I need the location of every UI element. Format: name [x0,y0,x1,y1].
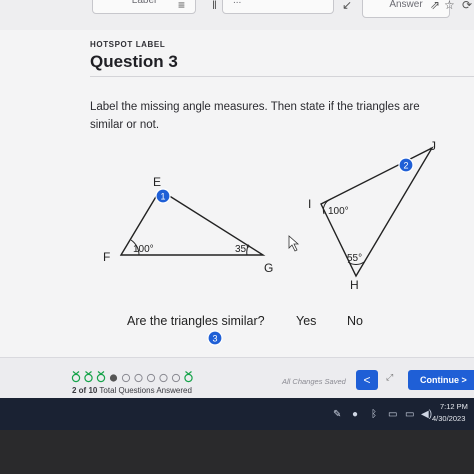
pen-icon[interactable]: ✎ [333,409,341,420]
hotspot-2[interactable]: 2 [398,157,414,173]
vertex-i-label: I [308,197,311,211]
checkmark-icon [97,371,105,375]
progress-dot-unanswered[interactable] [121,373,131,383]
checkmark-icon [72,371,80,375]
progress-dot-unanswered[interactable] [146,373,156,383]
hotspot-2-number: 2 [403,161,408,171]
progress-dot-unanswered[interactable] [134,373,143,383]
clock-time: 7:12 PM [440,402,468,411]
progress-dot-unanswered[interactable] [171,373,181,383]
clock-date: 4/30/2023 [432,414,466,423]
mouse-cursor-icon [288,235,300,252]
progress-dot-answered[interactable] [184,373,193,383]
checkmark-icon [185,371,192,375]
progress-dot-answered[interactable] [96,373,106,383]
progress-dot-answered[interactable] [84,373,93,383]
bluetooth-icon[interactable]: ᛒ [371,409,377,420]
angle-i-value: 100° [328,206,349,217]
progress-suffix: Total Questions Answered [99,386,192,395]
angle-h-value: 55° [347,253,362,264]
progress-dot-unanswered[interactable] [159,373,168,383]
similarity-question: Are the triangles similar? [127,314,265,328]
screen: Label ≡ ‖ ... ↙ Answer ⇗ ☆ ⟳ HOTSPOT LAB… [0,0,474,430]
triangle-efg: E F G 100° 35° [103,175,273,275]
progress-dot-answered[interactable] [71,373,81,383]
no-option[interactable]: No [347,314,363,328]
vertex-f-label: F [103,250,110,264]
hotspot-3-number: 3 [212,334,217,344]
progress-status: 2 of 10 Total Questions Answered [72,386,192,395]
checkmark-icon [85,371,92,375]
triangle-ijh: I J H 100° 55° [308,139,436,292]
hotspot-3[interactable]: 3 [207,330,223,346]
hotspot-1-number: 1 [160,192,165,202]
question-progress-dots[interactable] [71,370,201,384]
expand-icon[interactable]: ⤢ [386,372,393,383]
previous-button[interactable]: < [356,370,378,390]
progress-dot-current[interactable] [109,374,118,382]
volume-icon[interactable]: ◀) [421,409,432,420]
windows-taskbar [0,398,474,430]
vertex-g-label: G [264,261,273,275]
saved-status: All Changes Saved [282,377,346,386]
yes-option[interactable]: Yes [296,314,316,328]
angle-f-value: 100° [133,244,154,255]
chat-icon[interactable]: ▭ [388,409,397,420]
vertex-h-label: H [350,278,359,292]
display-icon[interactable]: ▭ [405,409,414,420]
angle-g-value: 35° [235,244,250,255]
vertex-j-label: J [430,139,436,153]
progress-count: 2 of 10 [72,386,98,395]
continue-button[interactable]: Continue > [408,370,474,390]
hotspot-1[interactable]: 1 [155,188,171,204]
vertex-e-label: E [153,175,161,189]
app-icon[interactable]: ● [352,409,358,420]
